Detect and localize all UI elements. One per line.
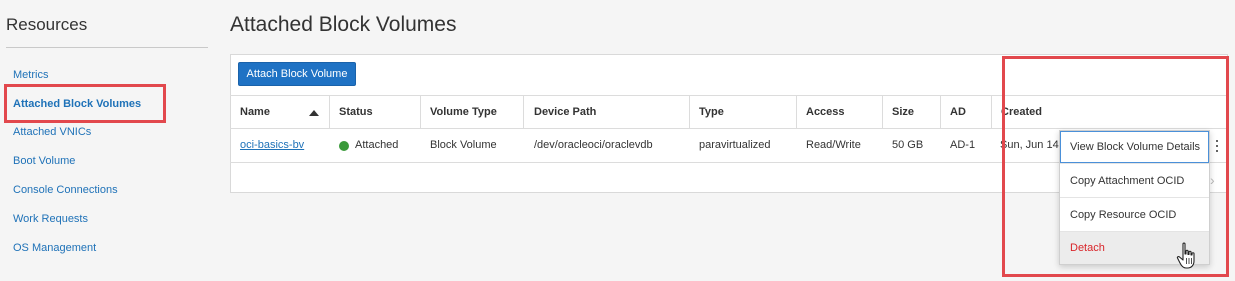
size-cell: 50 GB <box>892 139 924 151</box>
column-header-name[interactable]: Name <box>240 106 270 118</box>
menu-item-copy-attachment-ocid[interactable]: Copy Attachment OCID <box>1060 165 1209 197</box>
column-header-created[interactable]: Created <box>1001 106 1042 118</box>
attachment-type-cell: paravirtualized <box>699 139 771 151</box>
chevron-right-icon[interactable]: › <box>1210 172 1215 188</box>
sidebar-item-boot-volume[interactable]: Boot Volume <box>13 155 75 167</box>
resources-heading: Resources <box>6 15 88 34</box>
sidebar-item-attached-vnics[interactable]: Attached VNICs <box>13 126 91 138</box>
sidebar-item-metrics[interactable]: Metrics <box>13 69 48 81</box>
sidebar-item-attached-block-volumes[interactable]: Attached Block Volumes <box>13 98 141 110</box>
status-dot-icon <box>339 141 349 151</box>
column-header-volume-type[interactable]: Volume Type <box>430 106 497 118</box>
column-divider <box>689 95 690 128</box>
column-header-type[interactable]: Type <box>699 106 724 118</box>
table-header-border <box>230 128 1228 129</box>
column-divider <box>796 95 797 128</box>
menu-separator <box>1060 197 1209 198</box>
column-header-ad[interactable]: AD <box>950 106 966 118</box>
column-divider <box>940 95 941 128</box>
column-header-device-path[interactable]: Device Path <box>534 106 596 118</box>
ad-cell: AD-1 <box>950 139 976 151</box>
column-header-size[interactable]: Size <box>892 106 914 118</box>
table-top-border <box>230 95 1228 96</box>
hand-pointer-icon <box>1176 242 1195 269</box>
kebab-menu-icon[interactable] <box>1211 138 1223 154</box>
column-divider <box>420 95 421 128</box>
created-cell: Sun, Jun 14 <box>1000 139 1059 151</box>
column-header-status[interactable]: Status <box>339 106 373 118</box>
sidebar-item-work-requests[interactable]: Work Requests <box>13 213 88 225</box>
attach-block-volume-button[interactable]: Attach Block Volume <box>238 62 356 86</box>
resources-divider <box>6 47 208 48</box>
column-divider <box>991 95 992 128</box>
column-divider <box>329 95 330 128</box>
page-title: Attached Block Volumes <box>230 13 457 36</box>
sort-ascending-icon[interactable] <box>309 110 319 116</box>
device-path-cell: /dev/oracleoci/oraclevdb <box>534 139 653 151</box>
column-header-access[interactable]: Access <box>806 106 845 118</box>
menu-item-copy-resource-ocid[interactable]: Copy Resource OCID <box>1060 199 1209 231</box>
menu-item-view-block-volume-details[interactable]: View Block Volume Details <box>1060 131 1209 163</box>
access-cell: Read/Write <box>806 139 861 151</box>
sidebar-item-os-management[interactable]: OS Management <box>13 242 96 254</box>
column-divider <box>882 95 883 128</box>
sidebar-item-console-connections[interactable]: Console Connections <box>13 184 118 196</box>
column-divider <box>523 95 524 128</box>
status-text: Attached <box>355 139 399 151</box>
volume-name-link[interactable]: oci-basics-bv <box>240 139 304 151</box>
menu-separator <box>1060 163 1209 164</box>
volume-type-cell: Block Volume <box>430 139 497 151</box>
